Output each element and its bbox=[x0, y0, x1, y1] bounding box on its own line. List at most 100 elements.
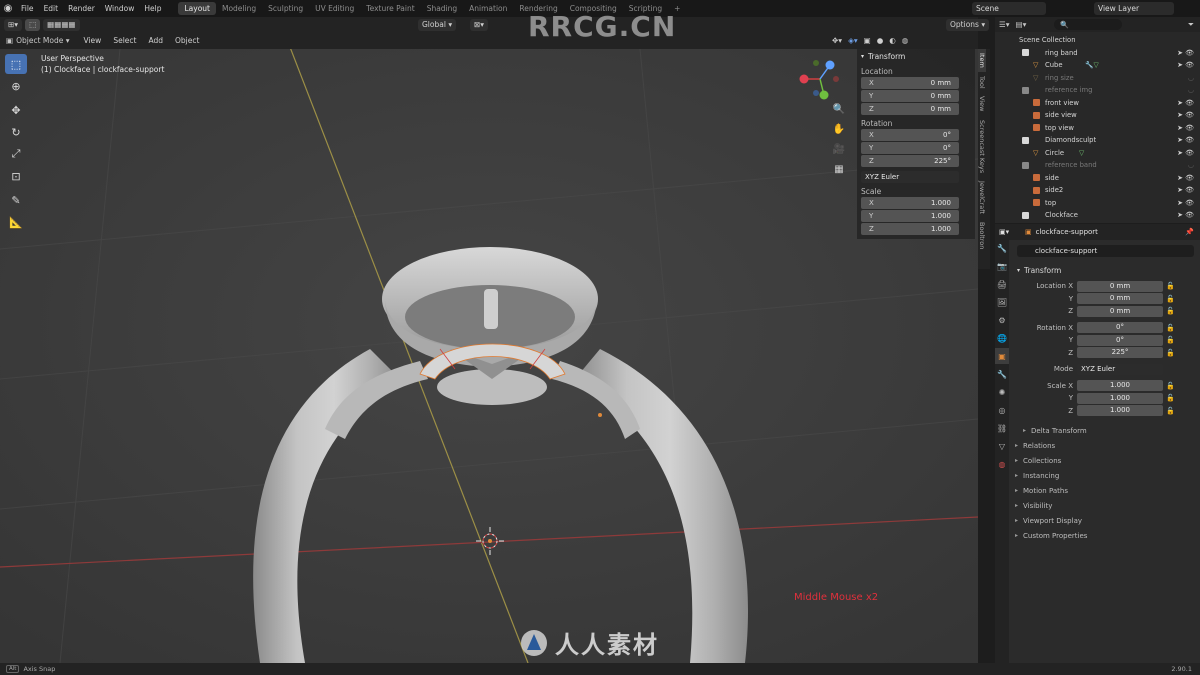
gizmo-icon[interactable]: ✥▾ bbox=[832, 36, 842, 45]
object-properties-icon[interactable]: ▣ bbox=[995, 348, 1009, 364]
outliner-row[interactable]: top ➤ 👁 bbox=[995, 197, 1200, 210]
location-x-field[interactable]: 0 mm bbox=[1077, 280, 1163, 292]
eye-icon[interactable]: 👁 bbox=[1185, 174, 1194, 182]
eye-icon[interactable]: 👁 bbox=[1185, 49, 1194, 57]
tab-uv-editing[interactable]: UV Editing bbox=[309, 2, 360, 15]
scale-tool-icon[interactable]: ⤢ bbox=[5, 144, 27, 164]
measure-tool-icon[interactable]: 📐 bbox=[5, 212, 27, 232]
selectable-icon[interactable]: ➤ bbox=[1177, 186, 1183, 194]
3d-viewport[interactable]: User Perspective (1) Clockface | clockfa… bbox=[0, 49, 978, 663]
outliner-row[interactable]: ring band ➤ 👁 bbox=[995, 47, 1200, 60]
orientation-dropdown[interactable]: Global ▾ bbox=[418, 18, 457, 31]
checkbox[interactable] bbox=[1022, 161, 1029, 169]
camera-icon[interactable]: 🎥 bbox=[832, 144, 846, 160]
checkbox[interactable] bbox=[1022, 49, 1029, 57]
delta-transform-section[interactable]: ▸ Delta Transform bbox=[1009, 423, 1200, 438]
pin-icon[interactable]: 📌 bbox=[1185, 228, 1194, 236]
lock-icon[interactable]: 🔓 bbox=[1166, 394, 1175, 402]
eye-icon[interactable]: 👁 bbox=[1185, 186, 1194, 194]
scale-y-field[interactable]: Y 1.000 bbox=[861, 210, 959, 222]
lock-icon[interactable]: 🔓 bbox=[1166, 307, 1175, 315]
properties-editor-icon[interactable]: ▣▾ bbox=[999, 228, 1009, 236]
selectable-icon[interactable]: ➤ bbox=[1177, 199, 1183, 207]
lock-icon[interactable]: 🔓 bbox=[1166, 407, 1175, 415]
eye-icon[interactable]: 👁 bbox=[1185, 199, 1194, 207]
view-layer-selector[interactable]: View Layer bbox=[1094, 2, 1174, 15]
selection-mode-icons[interactable]: ▦▦▦▦ bbox=[43, 18, 80, 31]
eye-closed-icon[interactable]: ◡ bbox=[1188, 161, 1194, 169]
tab-screencast-keys[interactable]: Screencast Keys bbox=[978, 116, 986, 177]
selectable-icon[interactable]: ➤ bbox=[1177, 174, 1183, 182]
eye-icon[interactable]: 👁 bbox=[1185, 124, 1194, 132]
constraints-icon[interactable]: ⛓ bbox=[995, 420, 1009, 436]
move-tool-icon[interactable]: ✥ bbox=[5, 100, 27, 120]
tab-view[interactable]: View bbox=[978, 92, 986, 115]
scale-y-field[interactable]: 1.000 bbox=[1077, 392, 1163, 404]
location-y-field[interactable]: Y 0 mm bbox=[861, 90, 959, 102]
collections-section[interactable]: ▸ Collections bbox=[1009, 453, 1200, 468]
rotate-tool-icon[interactable]: ↻ bbox=[5, 122, 27, 142]
menu-edit[interactable]: Edit bbox=[39, 4, 64, 13]
material-icon[interactable]: ◍ bbox=[995, 456, 1009, 472]
lock-icon[interactable]: 🔓 bbox=[1166, 324, 1175, 332]
selectable-icon[interactable]: ➤ bbox=[1177, 99, 1183, 107]
annotate-tool-icon[interactable]: ✎ bbox=[5, 190, 27, 210]
eye-icon[interactable]: 👁 bbox=[1185, 211, 1194, 219]
select-mode-icon[interactable]: ⬚ bbox=[25, 18, 41, 31]
editor-type-icon[interactable]: ⊞▾ bbox=[4, 18, 23, 31]
rotation-y-field[interactable]: 0° bbox=[1077, 334, 1163, 346]
outliner-row[interactable]: Diamondsculpt ➤ 👁 bbox=[995, 134, 1200, 147]
outliner-row[interactable]: reference band ◡ bbox=[995, 159, 1200, 172]
xray-icon[interactable]: ▣ bbox=[864, 36, 871, 45]
menu-render[interactable]: Render bbox=[63, 4, 100, 13]
outliner-row[interactable]: side view ➤ 👁 bbox=[995, 109, 1200, 122]
eye-icon[interactable]: 👁 bbox=[1185, 136, 1194, 144]
options-dropdown[interactable]: Options ▾ bbox=[946, 18, 990, 31]
pan-hand-icon[interactable]: ✋ bbox=[832, 124, 846, 140]
tab-booltron[interactable]: Booltron bbox=[978, 218, 986, 253]
lock-icon[interactable]: 🔓 bbox=[1166, 349, 1175, 357]
outliner-row[interactable]: Scene Collection bbox=[995, 34, 1200, 47]
relations-section[interactable]: ▸ Relations bbox=[1009, 438, 1200, 453]
tab-animation[interactable]: Animation bbox=[463, 2, 513, 15]
checkbox[interactable] bbox=[1022, 86, 1029, 94]
outliner-row[interactable]: Clockface ➤ 👁 bbox=[995, 209, 1200, 222]
instancing-section[interactable]: ▸ Instancing bbox=[1009, 468, 1200, 483]
eye-closed-icon[interactable]: ◡ bbox=[1188, 86, 1194, 94]
lock-icon[interactable]: 🔓 bbox=[1166, 336, 1175, 344]
render-icon[interactable]: 📷 bbox=[995, 258, 1009, 274]
scale-z-field[interactable]: Z 1.000 bbox=[861, 223, 959, 235]
outliner-row[interactable]: front view ➤ 👁 bbox=[995, 97, 1200, 110]
transform-tool-icon[interactable]: ⊡ bbox=[5, 166, 27, 186]
pivot-icon[interactable]: ⊠▾ bbox=[470, 18, 489, 31]
modifier-wrench-icon[interactable]: 🔧 bbox=[995, 366, 1009, 382]
lock-icon[interactable]: 🔓 bbox=[1166, 295, 1175, 303]
rotation-mode-dropdown[interactable]: XYZ Euler bbox=[861, 171, 959, 183]
filter-icon[interactable]: ⏷ bbox=[1188, 20, 1194, 30]
mode-dropdown[interactable]: ▣ Object Mode ▾ bbox=[6, 36, 70, 45]
tab-jewelcraft[interactable]: JewelCraft bbox=[978, 177, 986, 218]
menu-file[interactable]: File bbox=[16, 4, 39, 13]
object-name-field[interactable]: clockface-support bbox=[1017, 245, 1194, 257]
tab-tool[interactable]: Tool bbox=[978, 72, 986, 93]
grid-ortho-icon[interactable]: ▦ bbox=[832, 164, 846, 180]
tab-shading[interactable]: Shading bbox=[421, 2, 463, 15]
eye-icon[interactable]: 👁 bbox=[1185, 99, 1194, 107]
shading-solid-icon[interactable]: ● bbox=[877, 36, 884, 45]
zoom-icon[interactable]: 🔍 bbox=[832, 104, 846, 120]
menu-add[interactable]: Add bbox=[142, 36, 169, 45]
custom-properties-section[interactable]: ▸ Custom Properties bbox=[1009, 528, 1200, 543]
outliner-row[interactable]: ▽ Cube 🔧▽ ➤ 👁 bbox=[995, 59, 1200, 72]
selectable-icon[interactable]: ➤ bbox=[1177, 211, 1183, 219]
npanel-title-row[interactable]: ▾ Transform bbox=[857, 49, 975, 63]
outliner-row[interactable]: ▽ Circle ▽ ➤ 👁 bbox=[995, 147, 1200, 160]
outliner-row[interactable]: ▽ ring size ◡ bbox=[995, 72, 1200, 85]
selectable-icon[interactable]: ➤ bbox=[1177, 124, 1183, 132]
outliner-row[interactable]: reference img ◡ bbox=[995, 84, 1200, 97]
viewport-shading-controls[interactable]: ✥▾ ◈▾ ▣ ● ◐ ◍ bbox=[832, 36, 908, 45]
tool-settings-icon[interactable]: 🔧 bbox=[995, 240, 1009, 256]
rotation-z-field[interactable]: 225° bbox=[1077, 347, 1163, 359]
rotation-mode-dropdown[interactable]: XYZ Euler bbox=[1077, 363, 1163, 375]
scale-z-field[interactable]: 1.000 bbox=[1077, 405, 1163, 417]
lock-icon[interactable]: 🔓 bbox=[1166, 282, 1175, 290]
